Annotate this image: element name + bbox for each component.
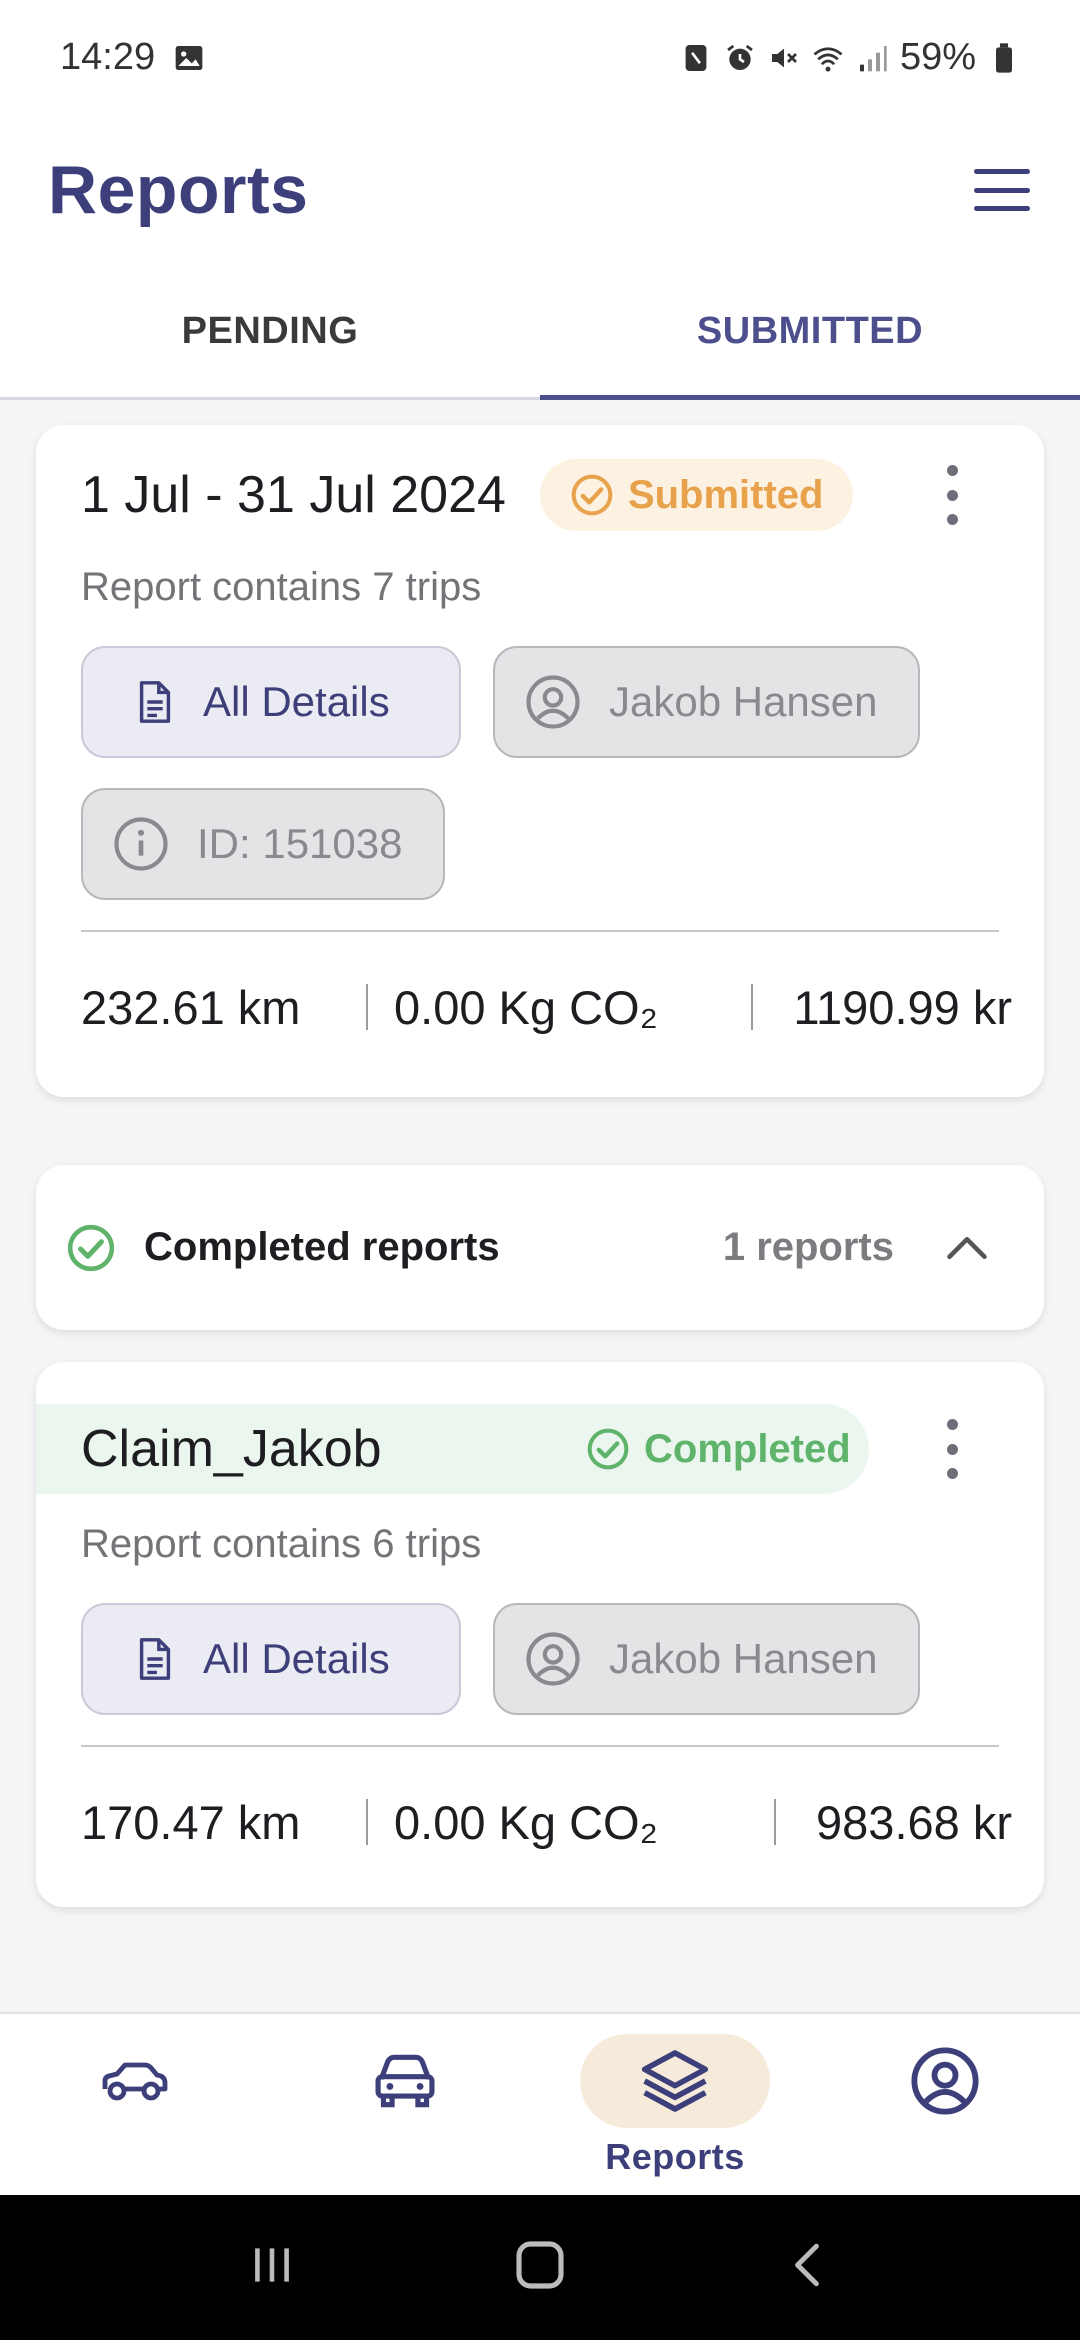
status-bar: 14:29 59% (0, 0, 1080, 115)
report-chips: All Details Jakob Hansen (36, 1603, 1044, 1715)
profile-icon (850, 2034, 1040, 2128)
status-badge: Completed (556, 1413, 881, 1485)
chevron-up-icon[interactable] (944, 1225, 990, 1271)
trip-count-text: Report contains 7 trips (81, 565, 482, 609)
status-icons: 59% (680, 36, 1020, 79)
user-chip[interactable]: Jakob Hansen (493, 646, 920, 758)
tab-pending[interactable]: PENDING (0, 265, 540, 397)
report-card-header: Claim_Jakob Completed (36, 1404, 1044, 1494)
submitted-report-card[interactable]: 1 Jul - 31 Jul 2024 Submitted Report con… (36, 425, 1044, 1097)
layers-icon (580, 2034, 770, 2128)
nav-profile[interactable] (810, 2014, 1080, 2195)
user-icon (526, 1632, 580, 1686)
car-front-icon (310, 2034, 500, 2128)
nav-vehicles[interactable] (270, 2014, 540, 2195)
distance-value: 170.47 km (81, 1795, 301, 1849)
report-stats: 170.47 km 0.00 Kg CO₂ 983.68 kr (36, 1747, 1044, 1897)
nfc-icon (680, 42, 712, 74)
all-details-label: All Details (203, 678, 390, 725)
more-options-icon[interactable] (946, 465, 958, 525)
report-chips: All Details Jakob Hansen ID: 151038 (36, 646, 1044, 900)
car-side-icon (40, 2034, 230, 2128)
recent-apps-icon[interactable] (247, 2240, 297, 2295)
bottom-navigation: Reports (0, 2012, 1080, 2195)
status-time: 14:29 (60, 36, 156, 78)
completed-reports-label: Completed reports (144, 1225, 500, 1269)
report-id: ID: 151038 (197, 820, 403, 867)
info-icon (114, 817, 168, 871)
nav-trips[interactable] (0, 2014, 270, 2195)
status-time-group: 14:29 (60, 36, 205, 79)
all-details-label: All Details (203, 1635, 390, 1682)
app-header: Reports (0, 115, 1080, 265)
nav-reports[interactable]: Reports (540, 2014, 810, 2195)
status-badge-label: Completed (644, 1426, 851, 1471)
document-icon (139, 1638, 171, 1680)
report-card-header: 1 Jul - 31 Jul 2024 Submitted (36, 445, 1044, 545)
home-icon[interactable] (512, 2237, 568, 2298)
page-title: Reports (48, 152, 309, 228)
document-icon (139, 681, 171, 723)
trip-count-text: Report contains 6 trips (81, 1522, 482, 1566)
amount-value: 983.68 kr (816, 1795, 1012, 1849)
status-badge-label: Submitted (627, 472, 824, 517)
distance-value: 232.61 km (81, 980, 301, 1034)
system-navigation-bar (0, 2195, 1080, 2340)
report-id-chip[interactable]: ID: 151038 (81, 788, 445, 900)
alarm-icon (724, 42, 756, 74)
image-icon (173, 42, 205, 74)
completed-report-card[interactable]: Claim_Jakob Completed Report contains 6 … (36, 1362, 1044, 1907)
all-details-button[interactable]: All Details (81, 1603, 461, 1715)
completed-reports-header[interactable]: Completed reports 1 reports (36, 1165, 1044, 1330)
report-title: Claim_Jakob (81, 1420, 382, 1478)
more-options-icon[interactable] (946, 1419, 958, 1479)
completed-reports-count: 1 reports (722, 1225, 894, 1269)
signal-icon (856, 42, 888, 74)
tab-submitted[interactable]: SUBMITTED (540, 265, 1080, 400)
user-name: Jakob Hansen (609, 678, 878, 725)
report-title: 1 Jul - 31 Jul 2024 (81, 466, 506, 524)
status-badge: Submitted (539, 459, 854, 531)
co2-value: 0.00 Kg CO₂ (394, 1795, 658, 1849)
report-tabs: PENDING SUBMITTED (0, 265, 1080, 400)
user-chip[interactable]: Jakob Hansen (493, 1603, 920, 1715)
co2-value: 0.00 Kg CO₂ (394, 980, 658, 1034)
check-circle-icon (67, 1224, 115, 1271)
nav-reports-label: Reports (605, 2136, 745, 2177)
wifi-icon (812, 42, 844, 74)
all-details-button[interactable]: All Details (81, 646, 461, 758)
battery-icon (988, 42, 1020, 74)
check-circle-icon (587, 1428, 629, 1470)
user-icon (526, 675, 580, 729)
mute-icon (768, 42, 800, 74)
hamburger-menu-icon[interactable] (972, 165, 1032, 215)
user-name: Jakob Hansen (609, 1635, 878, 1682)
amount-value: 1190.99 kr (793, 980, 1012, 1034)
check-circle-icon (571, 474, 613, 516)
report-stats: 232.61 km 0.00 Kg CO₂ 1190.99 kr (36, 932, 1044, 1082)
battery-percent: 59% (899, 36, 976, 78)
back-icon[interactable] (783, 2240, 833, 2295)
